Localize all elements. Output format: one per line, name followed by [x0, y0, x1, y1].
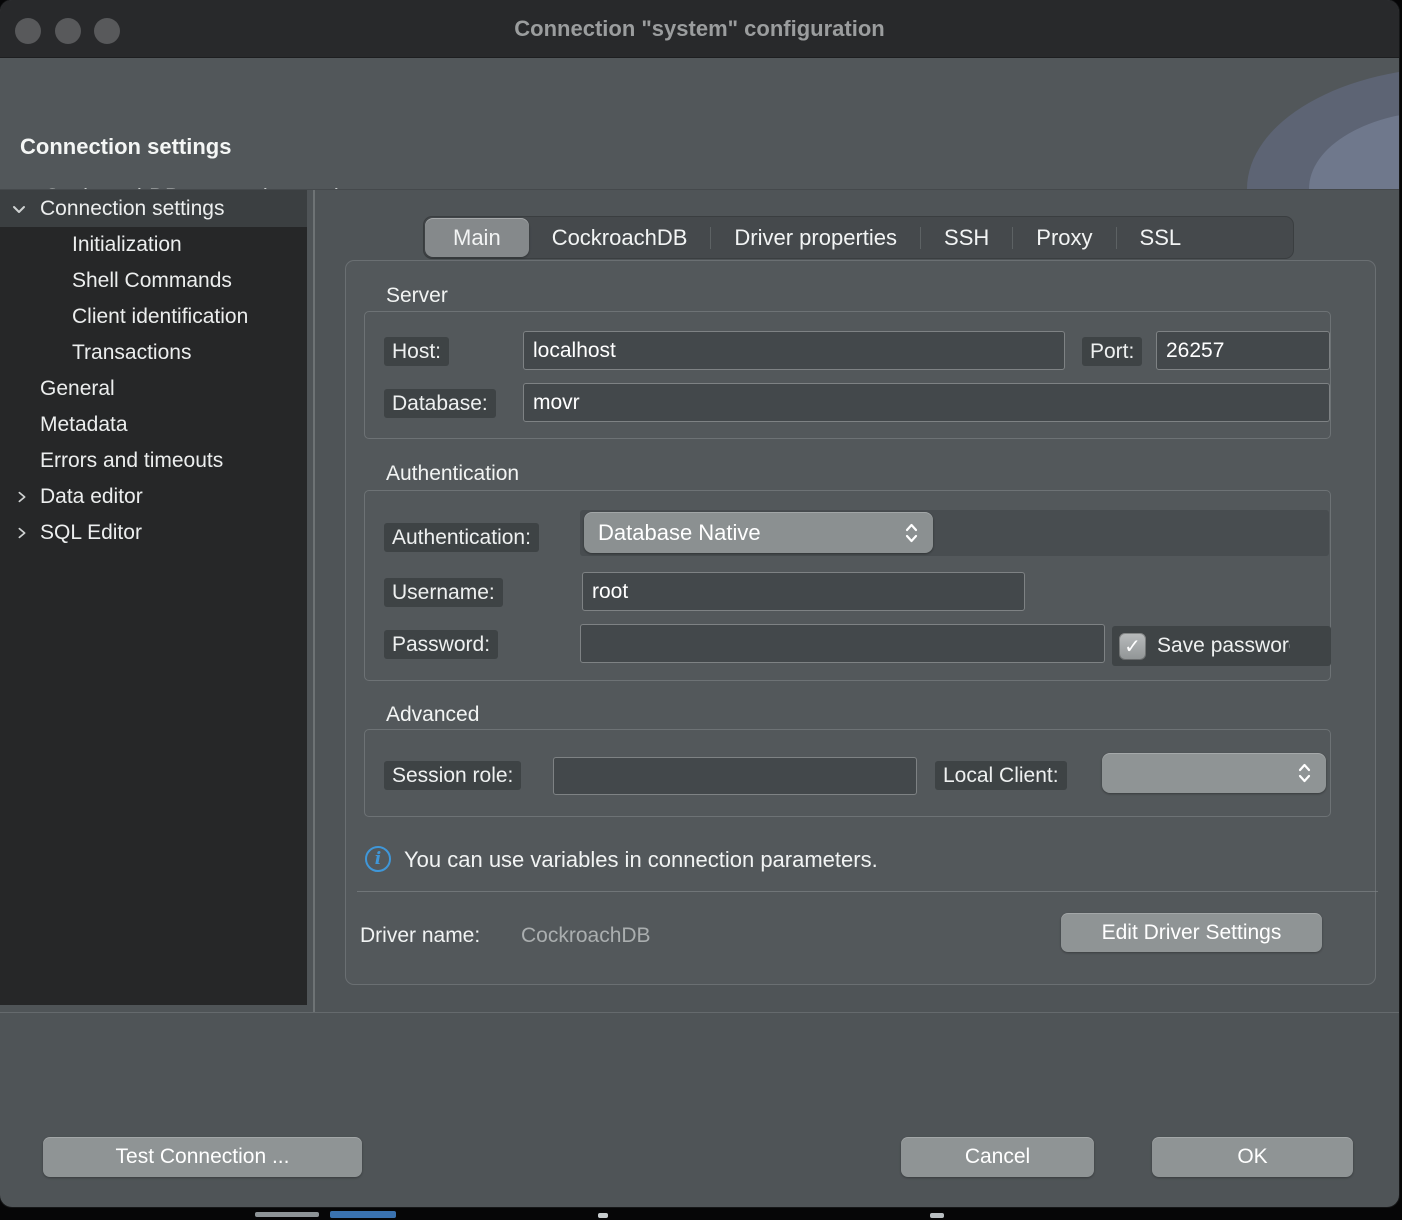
database-input[interactable]: [523, 383, 1330, 422]
sidebar-item-transactions[interactable]: Transactions: [0, 335, 307, 371]
updown-chevrons-icon: [1297, 761, 1312, 785]
window-title: Connection "system" configuration: [0, 0, 1399, 58]
sidebar-item-label: Shell Commands: [0, 269, 232, 293]
chevron-right-icon[interactable]: [13, 524, 31, 542]
session-role-label: Session role:: [384, 761, 521, 790]
driver-divider: [357, 891, 1378, 892]
tab-bar: Main CockroachDB Driver properties SSH P…: [423, 216, 1294, 259]
sidebar-item-initialization[interactable]: Initialization: [0, 227, 307, 263]
sidebar-item-label: Connection settings: [0, 197, 224, 221]
desktop-fragment: [598, 1213, 608, 1218]
tab-ssl[interactable]: SSL: [1117, 218, 1205, 257]
sidebar-item-errors-and-timeouts[interactable]: Errors and timeouts: [0, 443, 307, 479]
tab-ssh[interactable]: SSH: [921, 218, 1012, 257]
local-client-label: Local Client:: [935, 761, 1067, 790]
host-label: Host:: [384, 337, 449, 366]
sidebar-item-label: Client identification: [0, 305, 248, 329]
sidebar-item-label: Transactions: [0, 341, 191, 365]
password-label: Password:: [384, 630, 498, 659]
checkmark-icon: ✓: [1124, 634, 1141, 659]
sidebar-item-shell-commands[interactable]: Shell Commands: [0, 263, 307, 299]
host-input[interactable]: [523, 331, 1065, 370]
authentication-selected-value: Database Native: [598, 520, 904, 546]
advanced-group-legend: Advanced: [386, 703, 479, 727]
chevron-right-icon[interactable]: [13, 488, 31, 506]
tab-driver-properties[interactable]: Driver properties: [711, 218, 920, 257]
desktop-fragment: [255, 1212, 319, 1217]
password-input[interactable]: [580, 624, 1105, 663]
info-text: You can use variables in connection para…: [404, 847, 878, 873]
authentication-label: Authentication:: [384, 523, 539, 552]
port-input[interactable]: [1156, 331, 1330, 370]
ok-button[interactable]: OK: [1152, 1137, 1353, 1177]
server-group-legend: Server: [386, 284, 448, 308]
info-icon: i: [365, 846, 391, 872]
footer-divider: [0, 1012, 1399, 1013]
tab-proxy[interactable]: Proxy: [1013, 218, 1115, 257]
title-bar: Connection "system" configuration: [0, 0, 1399, 58]
dialog-header: Connection settings CockroachDB connecti…: [0, 58, 1399, 190]
save-password-label: Save password: [1157, 634, 1290, 658]
session-role-input[interactable]: [553, 757, 917, 795]
sidebar-item-label: General: [0, 377, 115, 401]
edit-driver-settings-button[interactable]: Edit Driver Settings: [1061, 913, 1322, 952]
updown-chevrons-icon: [904, 521, 919, 545]
settings-tree: Connection settings Initialization Shell…: [0, 190, 307, 1005]
sidebar-item-label: Errors and timeouts: [0, 449, 223, 473]
sidebar-item-label: Metadata: [0, 413, 128, 437]
sidebar-item-general[interactable]: General: [0, 371, 307, 407]
authentication-group-legend: Authentication: [386, 462, 519, 486]
sidebar-item-metadata[interactable]: Metadata: [0, 407, 307, 443]
test-connection-button[interactable]: Test Connection ...: [43, 1137, 362, 1177]
local-client-select[interactable]: [1102, 753, 1326, 793]
sidebar-item-data-editor[interactable]: Data editor: [0, 479, 307, 515]
save-password-checkbox[interactable]: ✓: [1119, 633, 1146, 660]
cancel-button[interactable]: Cancel: [901, 1137, 1094, 1177]
port-label: Port:: [1082, 337, 1142, 366]
sidebar-divider: [313, 190, 315, 1012]
page-title: Connection settings: [20, 134, 231, 160]
sidebar-item-client-identification[interactable]: Client identification: [0, 299, 307, 335]
connection-configuration-dialog: Connection "system" configuration Connec…: [0, 0, 1399, 1207]
driver-name-label: Driver name:: [360, 924, 480, 948]
sidebar-item-connection-settings[interactable]: Connection settings: [0, 190, 307, 227]
driver-name-value: CockroachDB: [521, 924, 651, 948]
database-label: Database:: [384, 389, 496, 418]
tab-cockroachdb[interactable]: CockroachDB: [529, 218, 711, 257]
desktop-fragment: [930, 1213, 944, 1218]
sidebar-item-sql-editor[interactable]: SQL Editor: [0, 515, 307, 551]
username-input[interactable]: [582, 572, 1025, 611]
authentication-select[interactable]: Database Native: [584, 512, 933, 553]
username-label: Username:: [384, 578, 503, 607]
chevron-down-icon[interactable]: [10, 200, 28, 218]
desktop-fragment: [330, 1211, 396, 1218]
sidebar-item-label: Initialization: [0, 233, 182, 257]
save-password-option: ✓ Save password: [1112, 626, 1331, 666]
screen: Connection "system" configuration Connec…: [0, 0, 1402, 1220]
tab-main[interactable]: Main: [425, 218, 529, 257]
